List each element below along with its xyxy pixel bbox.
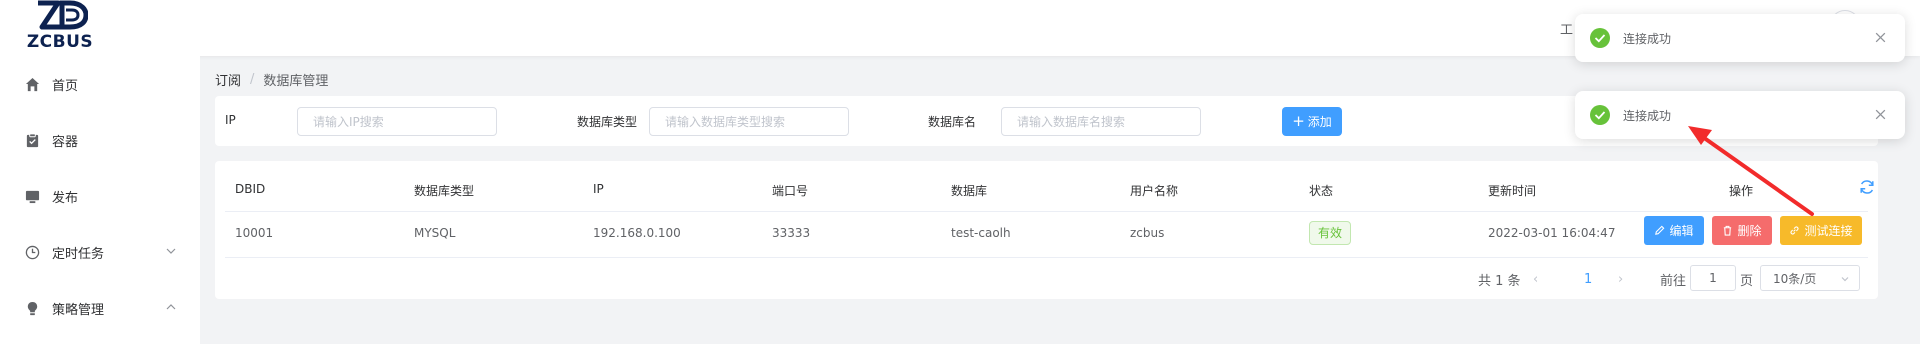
db-name-search-input[interactable] <box>1001 107 1201 136</box>
sidebar-item-label: 首页 <box>52 78 79 94</box>
cell-port: 33333 <box>772 226 811 240</box>
chevron-down-icon <box>1841 277 1849 282</box>
success-toast: 连接成功 <box>1575 91 1905 139</box>
toast-message: 连接成功 <box>1623 108 1672 123</box>
column-header-db-type: 数据库类型 <box>414 184 475 198</box>
ip-filter-label: IP <box>225 113 236 127</box>
sidebar-item-label: 容器 <box>52 134 79 150</box>
ip-search-input[interactable] <box>297 107 497 136</box>
page-size-select[interactable]: 10条/页 <box>1760 265 1860 291</box>
monitor-icon <box>24 188 40 204</box>
add-button-label: 添加 <box>1307 115 1332 129</box>
bulb-icon <box>24 300 40 316</box>
delete-button[interactable]: 删除 <box>1712 216 1772 245</box>
sidebar-item-policy[interactable]: 策略管理 <box>0 280 200 336</box>
zcbus-logo[interactable]: ZCBUS <box>18 0 102 54</box>
link-icon <box>1790 226 1800 235</box>
sidebar-item-label: 定时任务 <box>52 246 105 262</box>
close-icon[interactable] <box>1874 108 1887 121</box>
chevron-up-icon <box>166 304 176 310</box>
close-icon[interactable] <box>1874 31 1887 44</box>
cell-db-type: MYSQL <box>414 226 456 240</box>
column-header-actions: 操作 <box>1729 184 1754 198</box>
home-icon <box>24 76 40 92</box>
success-check-icon <box>1590 28 1610 48</box>
chevron-down-icon <box>166 248 176 254</box>
plus-icon: + <box>1292 112 1305 130</box>
sidebar-item-publish[interactable]: 发布 <box>0 168 200 224</box>
sidebar-item-home[interactable]: 首页 <box>0 56 200 112</box>
db-name-filter-label: 数据库名 <box>928 115 977 129</box>
trash-icon <box>1724 225 1732 236</box>
database-table: DBID 数据库类型 IP 端口号 数据库 用户名称 状态 更新时间 操作 10… <box>215 161 1878 299</box>
pagination-next-button[interactable]: › <box>1618 265 1623 293</box>
sidebar-item-label: 策略管理 <box>52 302 105 318</box>
page-size-value: 10条/页 <box>1773 271 1817 286</box>
sidebar-item-label: 发布 <box>52 190 79 206</box>
add-button[interactable]: + 添加 <box>1282 107 1342 136</box>
cell-dbid: 10001 <box>235 226 274 240</box>
db-type-search-input[interactable] <box>649 107 849 136</box>
success-toast: 连接成功 <box>1575 14 1905 62</box>
sidebar-item-scheduled-task[interactable]: 定时任务 <box>0 224 200 280</box>
test-connection-label: 测试连接 <box>1804 224 1853 238</box>
column-header-port: 端口号 <box>772 184 809 198</box>
edit-icon <box>1655 225 1665 235</box>
delete-button-label: 删除 <box>1737 224 1762 238</box>
column-header-ip: IP <box>593 182 604 196</box>
column-header-status: 状态 <box>1309 184 1334 198</box>
breadcrumb-item-current: 数据库管理 <box>263 74 329 89</box>
pagination-total: 共 1 条 <box>1478 273 1521 289</box>
edit-button[interactable]: 编辑 <box>1644 216 1704 245</box>
status-badge: 有效 <box>1309 221 1352 245</box>
success-check-icon <box>1590 105 1610 125</box>
table-row-divider <box>225 257 1868 258</box>
column-header-database: 数据库 <box>951 184 988 198</box>
breadcrumb: 订阅 / 数据库管理 <box>215 70 328 89</box>
column-header-dbid: DBID <box>235 182 266 196</box>
header-tool-text[interactable]: 工 <box>1560 19 1573 38</box>
pagination-page-1[interactable]: 1 <box>1584 265 1592 293</box>
clipboard-icon <box>24 132 40 148</box>
sidebar: 首页 容器 发布 定时任务 策略管理 <box>0 56 200 344</box>
cell-username: zcbus <box>1130 226 1165 240</box>
pagination-prev-button[interactable]: ‹ <box>1533 265 1538 293</box>
cell-ip: 192.168.0.100 <box>593 226 681 240</box>
logo-text: ZCBUS <box>26 32 94 52</box>
pagination-page-label: 页 <box>1740 273 1754 289</box>
db-type-filter-label: 数据库类型 <box>577 115 638 129</box>
column-header-username: 用户名称 <box>1130 184 1179 198</box>
logo-mark-icon <box>38 0 88 30</box>
toast-message: 连接成功 <box>1623 31 1672 46</box>
cell-updated: 2022-03-01 16:04:47 <box>1488 226 1616 240</box>
clock-icon <box>24 244 40 260</box>
refresh-icon[interactable] <box>1859 179 1875 195</box>
breadcrumb-separator: / <box>250 72 255 87</box>
test-connection-button[interactable]: 测试连接 <box>1780 216 1862 245</box>
sidebar-item-container[interactable]: 容器 <box>0 112 200 168</box>
table-header-divider <box>225 211 1868 212</box>
pagination-goto-label: 前往 <box>1660 273 1687 289</box>
cell-database: test-caolh <box>951 226 1011 240</box>
pagination-goto-input[interactable] <box>1690 265 1736 291</box>
edit-button-label: 编辑 <box>1669 224 1694 238</box>
column-header-updated: 更新时间 <box>1488 184 1537 198</box>
breadcrumb-item-subscribe[interactable]: 订阅 <box>215 70 241 89</box>
